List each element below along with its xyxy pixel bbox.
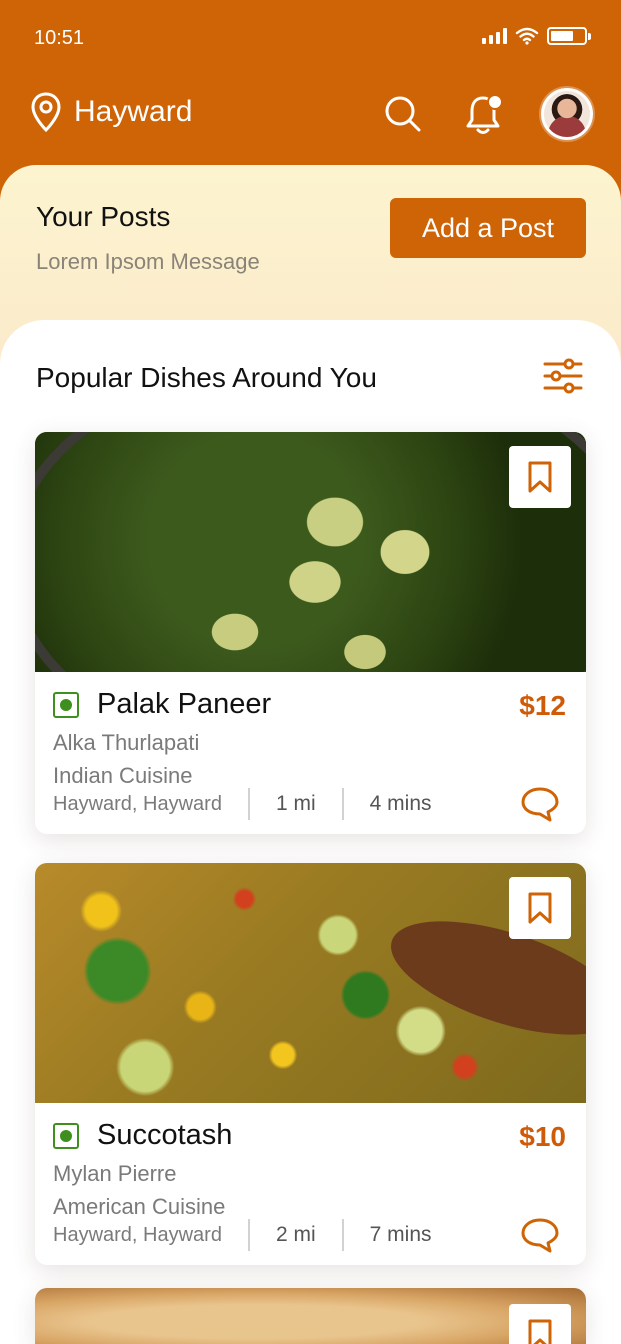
dish-time: 7 mins bbox=[341, 1219, 458, 1251]
search-icon bbox=[385, 96, 421, 132]
dish-distance: 1 mi bbox=[247, 788, 342, 820]
bookmark-button[interactable] bbox=[509, 446, 571, 508]
status-icons bbox=[482, 27, 591, 45]
bookmark-icon bbox=[528, 461, 552, 493]
wifi-icon bbox=[515, 27, 539, 45]
search-button[interactable] bbox=[381, 92, 425, 136]
main-content: Popular Dishes Around You Palak Paneer $… bbox=[0, 320, 621, 1344]
section-title: Popular Dishes Around You bbox=[36, 362, 377, 393]
cuisine: Indian Cuisine bbox=[53, 763, 193, 788]
veg-mark-icon bbox=[53, 1123, 79, 1149]
cuisine: American Cuisine bbox=[53, 1194, 226, 1219]
bookmark-icon bbox=[528, 892, 552, 924]
dish-meta: Hayward, Hayward 2 mi 7 mins bbox=[53, 1219, 458, 1251]
bookmark-button[interactable] bbox=[509, 877, 571, 939]
dish-meta: Hayward, Hayward 1 mi 4 mins bbox=[53, 788, 458, 820]
bookmark-icon bbox=[528, 1319, 552, 1344]
dish-distance: 2 mi bbox=[247, 1219, 342, 1251]
dish-card[interactable]: Succotash $10 Mylan Pierre American Cuis… bbox=[35, 863, 586, 1265]
filter-sliders-icon bbox=[543, 358, 583, 394]
add-post-button[interactable]: Add a Post bbox=[390, 198, 586, 258]
dish-time: 4 mins bbox=[341, 788, 458, 820]
dish-price: $10 bbox=[519, 1121, 566, 1152]
location-pin-icon bbox=[31, 92, 61, 132]
comment-button[interactable] bbox=[520, 1215, 560, 1255]
dish-image bbox=[35, 1288, 586, 1344]
dish-details: Palak Paneer $12 Alka Thurlapati Indian … bbox=[35, 672, 586, 834]
chef-name: Alka Thurlapati bbox=[53, 730, 200, 755]
avatar[interactable] bbox=[541, 88, 593, 140]
dish-name: Succotash bbox=[97, 1119, 233, 1151]
chef-name: Mylan Pierre bbox=[53, 1161, 177, 1186]
dish-location: Hayward, Hayward bbox=[53, 792, 222, 815]
dish-location: Hayward, Hayward bbox=[53, 1223, 222, 1246]
dish-card[interactable]: Palak Paneer $12 Alka Thurlapati Indian … bbox=[35, 432, 586, 834]
bookmark-button[interactable] bbox=[509, 1304, 571, 1344]
notifications-button[interactable] bbox=[461, 92, 505, 136]
notification-dot bbox=[487, 94, 503, 110]
dish-image bbox=[35, 863, 586, 1103]
status-time: 10:51 bbox=[34, 27, 85, 49]
location-label: Hayward bbox=[74, 95, 193, 128]
dish-details: Succotash $10 Mylan Pierre American Cuis… bbox=[35, 1103, 586, 1265]
signal-icon bbox=[482, 28, 507, 44]
battery-icon bbox=[547, 27, 591, 45]
dish-card[interactable] bbox=[35, 1288, 586, 1344]
comment-button[interactable] bbox=[520, 784, 560, 824]
posts-subtitle: Lorem Ipsom Message bbox=[36, 249, 260, 274]
chat-bubble-icon bbox=[521, 787, 559, 822]
veg-mark-icon bbox=[53, 692, 79, 718]
dish-price: $12 bbox=[519, 690, 566, 721]
dish-name: Palak Paneer bbox=[97, 688, 272, 720]
status-bar: 10:51 bbox=[0, 0, 621, 74]
dish-image bbox=[35, 432, 586, 672]
chat-bubble-icon bbox=[521, 1218, 559, 1253]
posts-title: Your Posts bbox=[36, 201, 171, 232]
filter-button[interactable] bbox=[543, 356, 583, 396]
location-selector[interactable]: Hayward bbox=[30, 92, 192, 132]
top-actions bbox=[381, 88, 593, 140]
